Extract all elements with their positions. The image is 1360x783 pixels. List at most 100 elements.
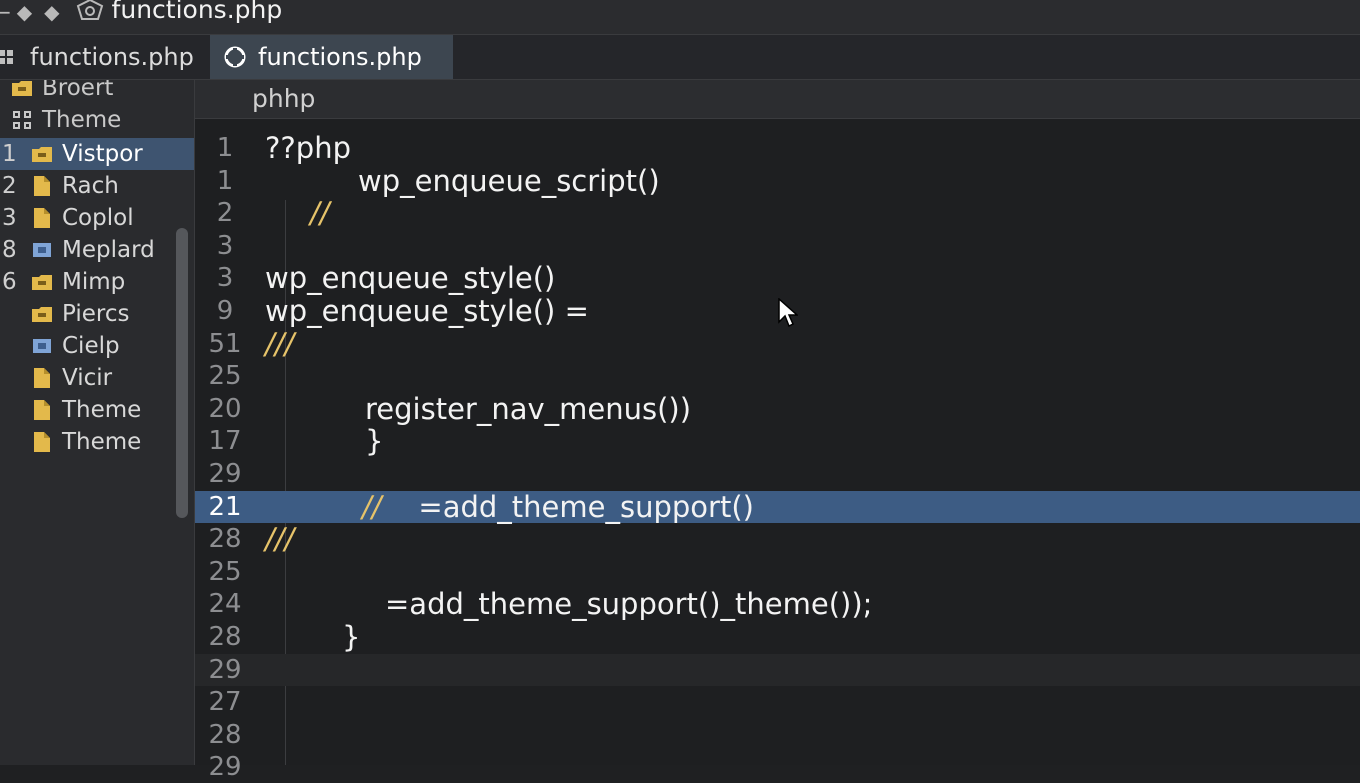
code-line[interactable]: 28 /// <box>195 523 1360 555</box>
file-icon <box>28 400 56 420</box>
code-line[interactable]: 27 <box>195 686 1360 718</box>
line-number: 24 <box>208 589 242 619</box>
title-bar: ← ◆ ◆ functions.php <box>0 0 1360 35</box>
sidebar-item[interactable]: Broert <box>0 80 194 104</box>
sidebar-item-label: Rach <box>62 173 119 199</box>
sidebar-item[interactable]: Theme <box>0 394 194 426</box>
breadcrumb: phhp <box>195 80 1360 119</box>
sidebar-item[interactable]: Theme <box>0 104 194 136</box>
sidebar-item[interactable]: 8 Meplard <box>0 234 194 266</box>
code-line[interactable]: 29 <box>195 751 1360 783</box>
code-line[interactable]: 25 <box>195 556 1360 588</box>
line-number: 25 <box>208 557 242 587</box>
code-line[interactable]: 17} <box>195 425 1360 457</box>
code-text: } <box>342 620 361 654</box>
sidebar-item[interactable]: 1 Vistpor <box>0 138 194 170</box>
line-number: 20 <box>208 394 242 424</box>
sidebar-item[interactable]: 3 Coplol <box>0 202 194 234</box>
image-file-icon <box>28 337 56 355</box>
sidebar-item[interactable]: Theme <box>0 426 194 458</box>
code-line[interactable]: 20 register_nav_menus()) <box>195 393 1360 425</box>
line-number: 27 <box>208 687 242 717</box>
sidebar-item-number: 1 <box>2 141 17 167</box>
code-line[interactable]: 1 wp_enqueue_script() <box>195 165 1360 197</box>
folder-icon <box>28 146 56 162</box>
mouse-pointer-icon <box>778 297 799 330</box>
sidebar-item-number: 3 <box>2 205 17 231</box>
tab-functions-php[interactable]: functions.php <box>0 35 208 79</box>
line-number: 25 <box>208 361 242 391</box>
line-number: 1 <box>216 166 234 196</box>
line-number: 28 <box>208 622 242 652</box>
code-line[interactable]: 21 // =add_theme_support() <box>195 491 1360 523</box>
line-number: 3 <box>216 263 234 293</box>
file-icon <box>28 432 56 452</box>
line-number: 9 <box>216 296 234 326</box>
code-line[interactable]: 29 <box>195 458 1360 490</box>
file-explorer-sidebar: Broert Theme 1 Vistpor 2 Rach 3 Coplol 8 Meplard 6… <box>0 80 195 765</box>
sidebar-item-number: 8 <box>2 237 17 263</box>
sidebar-item-label: Cielp <box>62 333 120 359</box>
file-icon <box>28 208 56 228</box>
sidebar-item[interactable]: 2 Rach <box>0 170 194 202</box>
code-line[interactable]: 28 <box>195 719 1360 751</box>
code-text: ??php <box>265 131 351 165</box>
code-text: wp_enqueue_style() = <box>265 294 589 328</box>
code-text: register_nav_menus()) <box>365 392 692 426</box>
code-line[interactable]: 24 =add_theme_support()_theme()); <box>195 588 1360 620</box>
line-number: 2 <box>216 198 234 228</box>
code-text: /// <box>265 327 295 361</box>
back-arrow-icon[interactable]: ← <box>0 0 11 24</box>
code-text: =add_theme_support()_theme()); <box>385 587 873 621</box>
line-number: 51 <box>208 329 242 359</box>
file-icon <box>28 368 56 388</box>
title-bar-controls: ← ◆ ◆ <box>0 0 104 24</box>
code-line[interactable]: 1 ??php <box>195 132 1360 164</box>
line-number: 28 <box>208 720 242 750</box>
sidebar-item-number: 6 <box>2 269 17 295</box>
line-number: 1 <box>216 133 234 163</box>
line-number: 28 <box>208 524 242 554</box>
sidebar-item-label: Theme <box>42 107 122 133</box>
sidebar-item-label: Vicir <box>62 365 113 391</box>
breadcrumb-label[interactable]: phhp <box>252 84 315 113</box>
line-number: 29 <box>208 752 242 782</box>
sidebar-item-label: Broert <box>42 80 114 101</box>
diamond-icon[interactable]: ◆ <box>44 0 59 24</box>
sidebar-item-number: 2 <box>2 173 17 199</box>
line-number: 3 <box>216 231 234 261</box>
code-text: wp_enqueue_style() <box>265 261 556 295</box>
code-line[interactable]: 25 <box>195 360 1360 392</box>
window-title: functions.php <box>111 0 283 24</box>
code-line[interactable]: 2 // <box>195 197 1360 229</box>
sidebar-item-label: Meplard <box>62 237 155 263</box>
sidebar-item-label: Coplol <box>62 205 134 231</box>
line-number: 17 <box>208 426 242 456</box>
code-line[interactable]: 28} <box>195 621 1360 653</box>
code-line[interactable]: 51 /// <box>195 328 1360 360</box>
code-line[interactable]: 3 <box>195 230 1360 262</box>
code-line[interactable]: 29 <box>195 654 1360 686</box>
code-line[interactable]: 3 wp_enqueue_style() <box>195 262 1360 294</box>
php-file-icon <box>222 46 248 68</box>
code-text: // =add_theme_support() <box>362 490 754 524</box>
code-editor[interactable]: phhp 1 ??php 1 wp_enqueue_script() 2 // 3 3 wp_e… <box>195 80 1360 782</box>
diamond-icon[interactable]: ◆ <box>17 0 32 24</box>
code-text: /// <box>265 522 295 556</box>
grid-icon <box>0 48 18 66</box>
settings-badge-icon[interactable] <box>76 0 104 26</box>
tab-label: functions.php <box>258 43 422 71</box>
sidebar-item[interactable]: Cielp <box>0 330 194 362</box>
tree-icon <box>8 111 36 129</box>
image-file-icon <box>28 241 56 259</box>
sidebar-item-label: Mimp <box>62 269 126 295</box>
sidebar-item-label: Theme <box>62 429 142 455</box>
folder-icon <box>8 80 36 96</box>
tab-functions-php-active[interactable]: functions.php <box>210 35 453 79</box>
sidebar-item[interactable]: Vicir <box>0 362 194 394</box>
file-icon <box>28 176 56 196</box>
code-text: // <box>310 196 330 230</box>
sidebar-item[interactable]: Piercs <box>0 298 194 330</box>
sidebar-item[interactable]: 6 Mimp <box>0 266 194 298</box>
folder-icon <box>28 274 56 290</box>
